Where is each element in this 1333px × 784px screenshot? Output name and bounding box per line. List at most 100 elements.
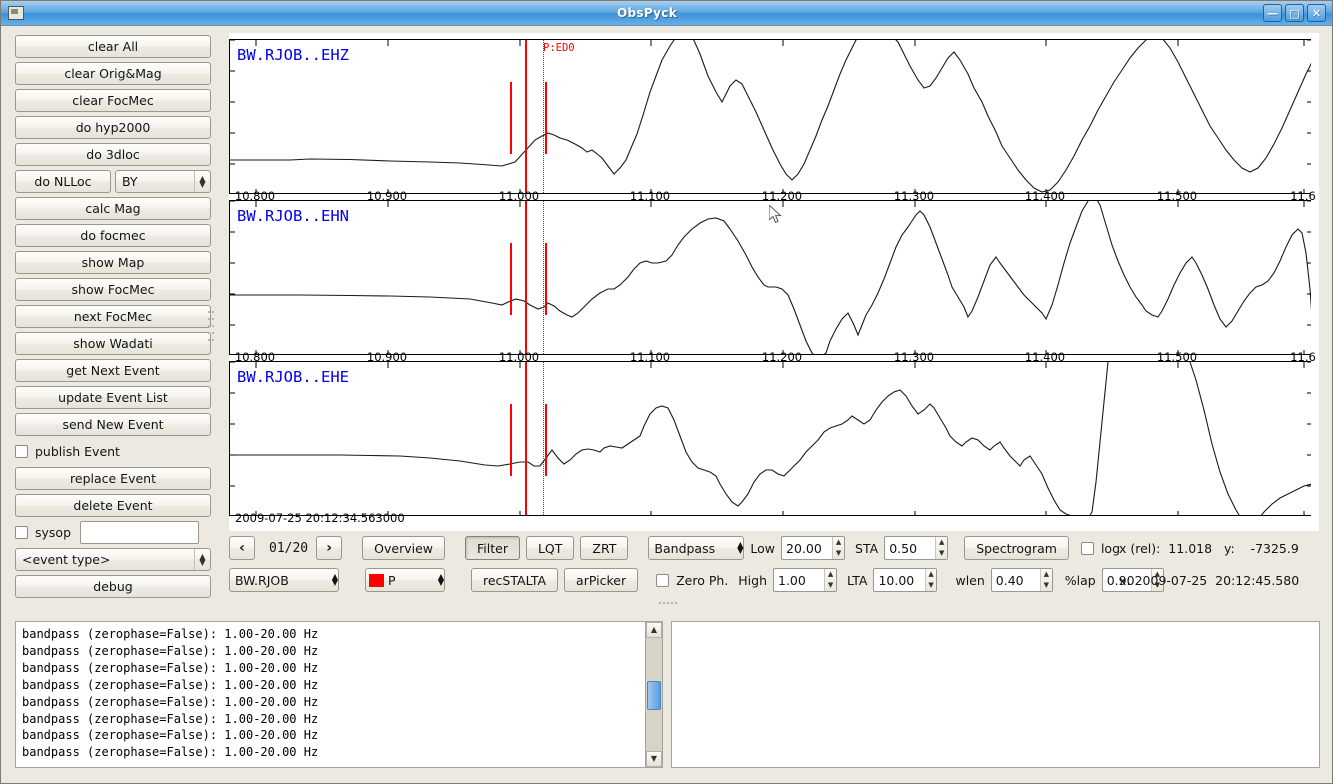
- trace-label-ehe: BW.RJOB..EHE: [237, 368, 349, 386]
- nlloc-model-select[interactable]: BY ▲ ▼: [115, 170, 211, 193]
- filter-button[interactable]: Filter: [465, 536, 520, 560]
- scrollbar-track[interactable]: [646, 638, 662, 751]
- update-event-list-button[interactable]: update Event List: [15, 386, 211, 409]
- get-next-event-button[interactable]: get Next Event: [15, 359, 211, 382]
- delete-event-button[interactable]: delete Event: [15, 494, 211, 517]
- trace-label-ehz: BW.RJOB..EHZ: [237, 46, 349, 64]
- axes-ehz[interactable]: BW.RJOB..EHZ P:ED0: [229, 39, 1311, 194]
- wlen-label: wlen: [955, 572, 985, 588]
- calc-mag-button[interactable]: calc Mag: [15, 197, 211, 220]
- stderr-log-pane[interactable]: [671, 621, 1320, 768]
- zero-phase-checkbox[interactable]: [656, 573, 670, 587]
- nlloc-row: do NLLoc BY ▲ ▼: [15, 170, 225, 193]
- stdout-log-pane[interactable]: bandpass (zerophase=False): 1.00-20.00 H…: [15, 621, 663, 768]
- log-checkbox[interactable]: [1080, 541, 1094, 555]
- recstalta-button[interactable]: recSTALTA: [471, 568, 559, 592]
- toolbar-row-2: BW.RJOB ▲ ▼ P ▲ ▼ recSTALTA arPicker Zero …: [229, 567, 1170, 593]
- chevron-updown-icon: ▲ ▼: [737, 540, 744, 555]
- filter-type-select[interactable]: Bandpass ▲ ▼: [648, 536, 745, 560]
- clear-focmec-button[interactable]: clear FocMec: [15, 89, 211, 112]
- prev-event-button[interactable]: ‹: [229, 536, 255, 560]
- wlen-spinbox[interactable]: ▲▼: [990, 568, 1053, 592]
- show-map-button[interactable]: show Map: [15, 251, 211, 274]
- wlen-input[interactable]: [991, 569, 1040, 591]
- log-panes: bandpass (zerophase=False): 1.00-20.00 H…: [15, 621, 1320, 769]
- lqt-button[interactable]: LQT: [525, 536, 575, 560]
- stdout-scrollbar[interactable]: ▲ ▼: [645, 622, 662, 767]
- title-bar: ObsPyck — □ ✕: [1, 1, 1332, 26]
- send-new-event-button[interactable]: send New Event: [15, 413, 211, 436]
- plot-toolbar: ‹ 01/20 › Overview Filter LQT ZRT Bandpa…: [229, 533, 1329, 606]
- waveform-ehz: [230, 40, 1311, 193]
- clear-orig-mag-button[interactable]: clear Orig&Mag: [15, 62, 211, 85]
- high-input[interactable]: [774, 569, 825, 591]
- sidebar: clear All clear Orig&Mag clear FocMec do…: [1, 27, 225, 612]
- scrollbar-thumb[interactable]: [647, 680, 661, 711]
- sysop-checkbox[interactable]: [15, 526, 28, 539]
- cursor-absolute-coords: x: 2009-07-25 20:12:45.580: [1119, 573, 1300, 588]
- pick-line-p: [525, 201, 527, 354]
- show-wadati-button[interactable]: show Wadati: [15, 332, 211, 355]
- high-spinbox[interactable]: ▲▼: [773, 568, 837, 592]
- lta-spinbox[interactable]: ▲▼: [873, 568, 938, 592]
- spin-arrows-icon[interactable]: ▲ ▼: [1039, 569, 1052, 591]
- scroll-down-icon[interactable]: ▼: [646, 751, 662, 767]
- phase-select[interactable]: P ▲ ▼: [365, 568, 445, 592]
- lta-input[interactable]: [874, 569, 925, 591]
- close-icon: ✕: [1311, 6, 1322, 20]
- spectrogram-button[interactable]: Spectrogram: [964, 536, 1069, 560]
- zrt-button[interactable]: ZRT: [580, 536, 629, 560]
- station-select[interactable]: BW.RJOB ▲ ▼: [229, 568, 339, 592]
- clear-all-button[interactable]: clear All: [15, 35, 211, 58]
- replace-event-button[interactable]: replace Event: [15, 467, 211, 490]
- pick-line-p: [525, 40, 527, 193]
- maximize-button[interactable]: □: [1285, 4, 1304, 22]
- minimize-button[interactable]: —: [1263, 4, 1282, 22]
- sysop-label: sysop: [35, 525, 72, 540]
- low-spinbox[interactable]: ▲▼: [781, 536, 846, 560]
- waveform-plot-area[interactable]: BW.RJOB..EHZ P:ED0 10.800 10.900 11.000 …: [229, 33, 1319, 531]
- toolbar-resize-grip[interactable]: [659, 601, 677, 606]
- debug-button[interactable]: debug: [15, 575, 211, 598]
- spin-arrows-icon[interactable]: ▲ ▼: [924, 569, 937, 591]
- maximize-icon: □: [1289, 6, 1300, 20]
- chevron-updown-icon: ▲ ▼: [331, 572, 338, 587]
- publish-event-checkbox[interactable]: [15, 445, 28, 458]
- pick-uncertainty-left: [510, 243, 512, 315]
- sta-label: STA: [855, 540, 879, 556]
- next-event-button[interactable]: ›: [316, 536, 343, 560]
- chevron-updown-icon: ▲ ▼: [194, 171, 210, 192]
- arpicker-button[interactable]: arPicker: [564, 568, 639, 592]
- pick-uncertainty-left: [510, 404, 512, 476]
- do-3dloc-button[interactable]: do 3dloc: [15, 143, 211, 166]
- window-menu-icon[interactable]: [1, 6, 31, 20]
- lap-label: %lap: [1064, 572, 1096, 588]
- stdout-log-text: bandpass (zerophase=False): 1.00-20.00 H…: [22, 627, 319, 760]
- scroll-up-icon[interactable]: ▲: [646, 622, 662, 638]
- pick-line-dotted: [543, 362, 544, 515]
- next-focmec-button[interactable]: next FocMec: [15, 305, 211, 328]
- spin-arrows-icon[interactable]: ▲ ▼: [935, 537, 948, 559]
- low-label: Low: [750, 540, 776, 556]
- sysop-input[interactable]: [80, 521, 200, 544]
- event-type-select[interactable]: <event type> ▲ ▼: [15, 548, 211, 571]
- pick-uncertainty-right: [545, 82, 547, 154]
- toolbar-row-1: ‹ 01/20 › Overview Filter LQT ZRT Bandpa…: [229, 535, 1126, 561]
- sidebar-resize-grip[interactable]: [208, 311, 217, 345]
- axes-ehe[interactable]: BW.RJOB..EHE: [229, 361, 1311, 516]
- high-label: High: [738, 572, 767, 588]
- spin-arrows-icon[interactable]: ▲ ▼: [832, 537, 845, 559]
- sta-spinbox[interactable]: ▲▼: [884, 536, 949, 560]
- do-hyp2000-button[interactable]: do hyp2000: [15, 116, 211, 139]
- show-focmec-button[interactable]: show FocMec: [15, 278, 211, 301]
- spin-arrows-icon[interactable]: ▲ ▼: [824, 569, 836, 591]
- do-focmec-button[interactable]: do focmec: [15, 224, 211, 247]
- low-input[interactable]: [782, 537, 833, 559]
- overview-button[interactable]: Overview: [362, 536, 445, 560]
- do-nlloc-button[interactable]: do NLLoc: [15, 170, 111, 193]
- waveform-ehe: [230, 362, 1311, 515]
- sta-input[interactable]: [885, 537, 936, 559]
- nlloc-model-value: BY: [122, 174, 138, 189]
- station-value: BW.RJOB: [235, 572, 289, 588]
- close-button[interactable]: ✕: [1307, 4, 1326, 22]
